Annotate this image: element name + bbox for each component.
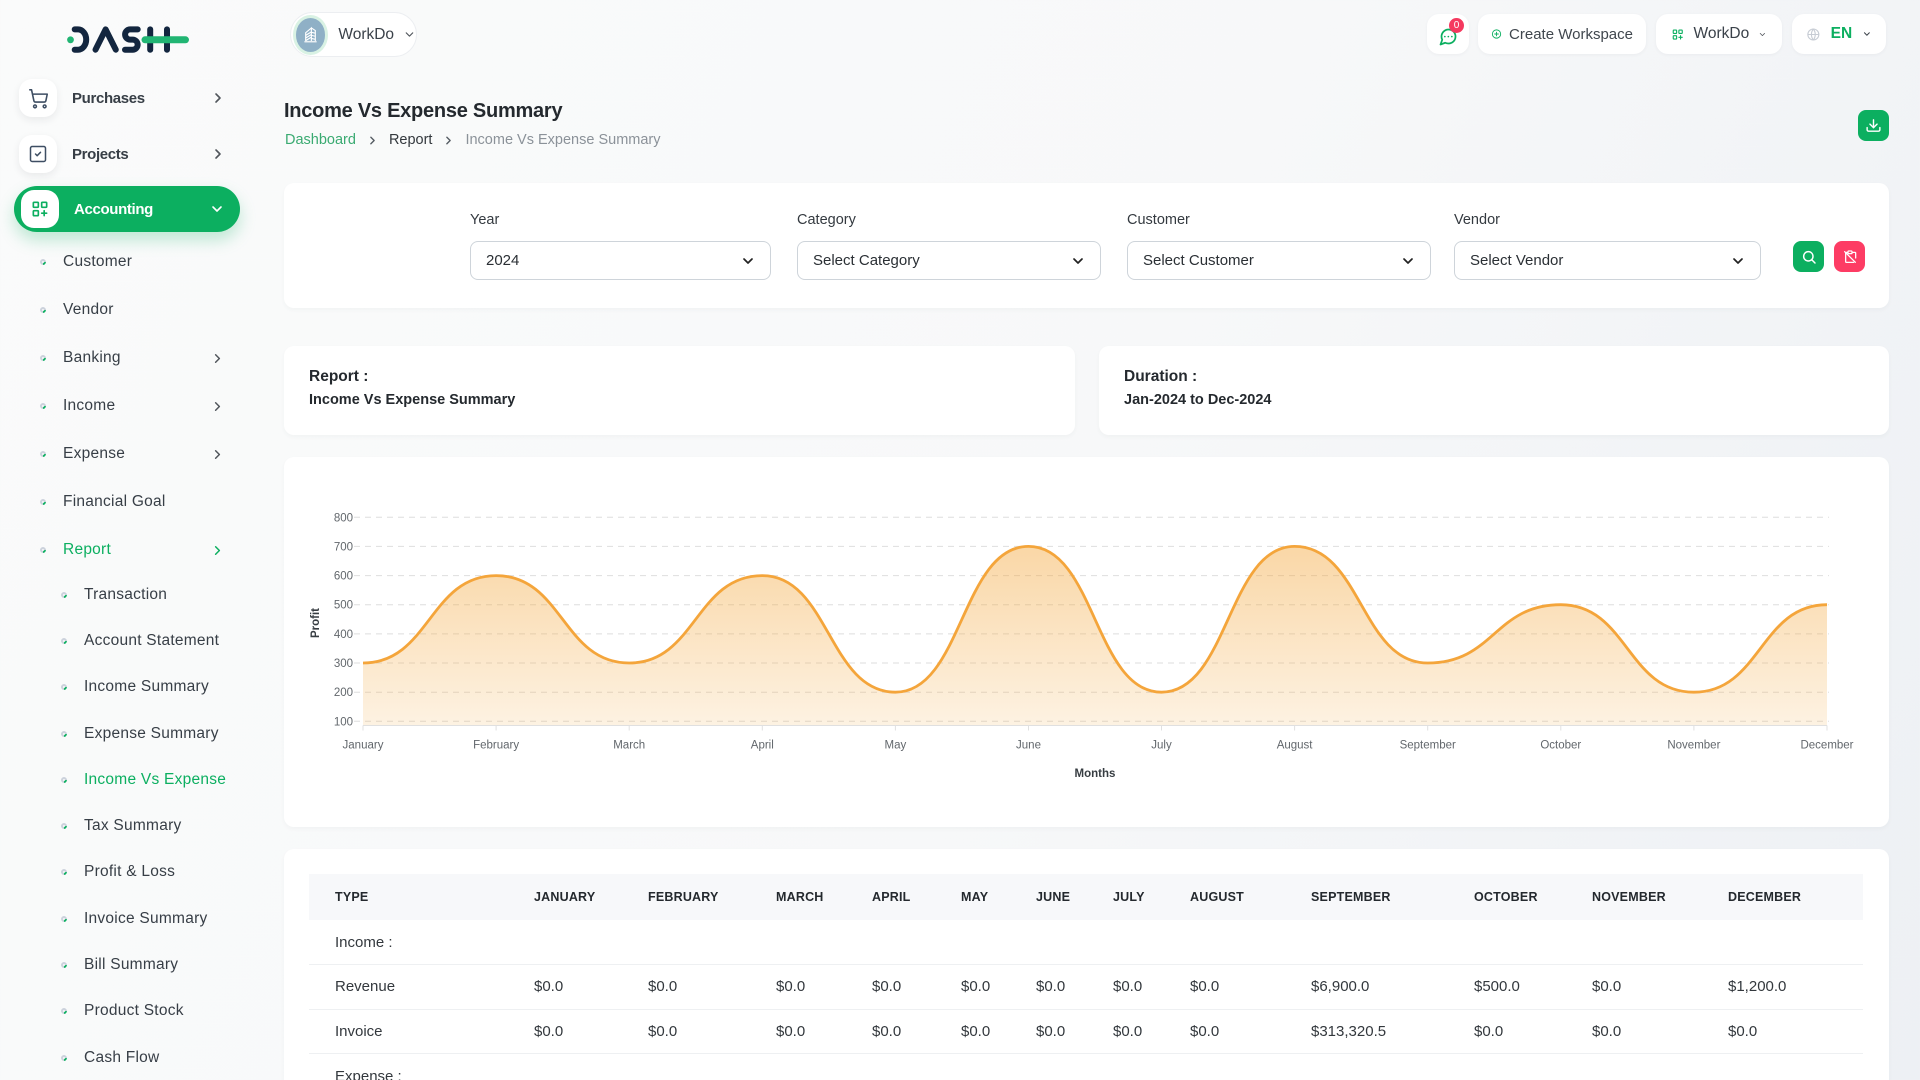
- svg-text:December: December: [1800, 740, 1853, 752]
- svg-text:400: 400: [334, 629, 353, 641]
- svg-text:September: September: [1400, 740, 1456, 752]
- svg-text:500: 500: [334, 600, 353, 612]
- svg-text:600: 600: [334, 571, 353, 583]
- svg-text:700: 700: [334, 541, 353, 553]
- svg-text:August: August: [1277, 740, 1314, 752]
- svg-text:300: 300: [334, 658, 353, 670]
- svg-text:April: April: [751, 740, 774, 752]
- svg-text:March: March: [613, 740, 645, 752]
- svg-text:200: 200: [334, 687, 353, 699]
- svg-text:Months: Months: [1075, 768, 1116, 780]
- svg-text:July: July: [1151, 740, 1172, 752]
- svg-text:January: January: [343, 740, 384, 752]
- svg-text:800: 800: [334, 512, 353, 524]
- svg-text:June: June: [1016, 740, 1041, 752]
- svg-text:May: May: [885, 740, 907, 752]
- svg-text:100: 100: [334, 716, 353, 728]
- svg-text:February: February: [473, 740, 519, 752]
- svg-text:Profit: Profit: [310, 608, 322, 638]
- svg-text:November: November: [1667, 740, 1720, 752]
- svg-text:October: October: [1540, 740, 1581, 752]
